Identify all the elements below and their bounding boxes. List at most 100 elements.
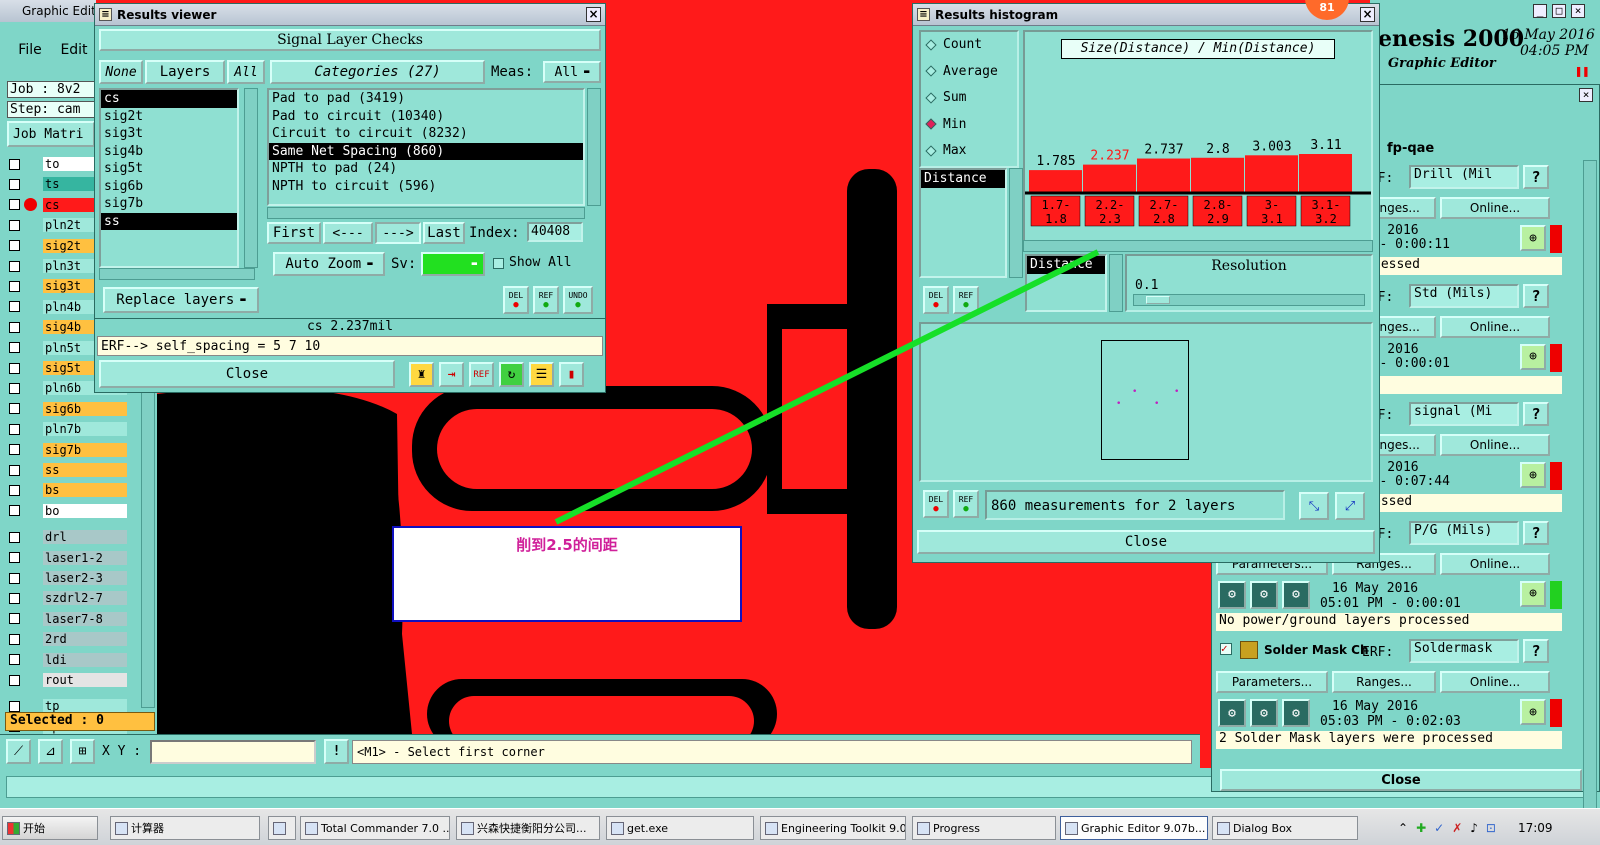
category-item[interactable]: NPTH to pad (24) — [269, 160, 583, 178]
erf-help-button[interactable]: ? — [1523, 639, 1549, 663]
resolution-field-list[interactable]: Distance — [1025, 254, 1107, 312]
layer-checkbox[interactable] — [9, 260, 20, 272]
online-button[interactable]: Online... — [1440, 197, 1550, 219]
zoom-result-icon[interactable]: ⊕ — [1520, 699, 1546, 725]
tray-sound-icon[interactable]: ♪ — [1470, 821, 1478, 835]
window-controls[interactable]: _ □ × — [1533, 4, 1599, 20]
category-item[interactable]: Pad to circuit (10340) — [269, 108, 583, 126]
layer-checkbox[interactable] — [9, 552, 20, 564]
run-icon[interactable]: ⚙ — [1218, 580, 1246, 609]
zoom-result-icon[interactable]: ⊕ — [1520, 343, 1546, 370]
layer-row[interactable]: szdrl2-7 — [9, 590, 127, 606]
run-all-icon[interactable]: ⚙ — [1250, 580, 1278, 609]
taskbar-item[interactable]: Engineering Toolkit 9.0... — [760, 816, 906, 840]
last-button[interactable]: Last — [423, 222, 465, 244]
category-item[interactable]: Same Net Spacing (860) — [269, 142, 583, 160]
job-matrix-button[interactable]: Job Matri — [7, 121, 95, 147]
layer-checkbox[interactable] — [9, 592, 20, 604]
zoom-result-icon[interactable]: ⊕ — [1520, 462, 1546, 488]
results-layer-hscroll[interactable] — [99, 268, 255, 280]
layer-checkbox[interactable] — [9, 444, 20, 456]
slider-thumb[interactable] — [1146, 296, 1170, 304]
layer-row[interactable]: pln7b — [9, 421, 127, 437]
index-input[interactable]: 40408 — [527, 222, 583, 242]
results-viewer-titlebar[interactable]: ≡ Results viewer × — [95, 4, 605, 26]
histogram-close-button[interactable]: Close — [917, 530, 1375, 554]
layer-checkbox[interactable] — [9, 505, 20, 517]
chart-hscroll[interactable] — [1023, 240, 1373, 252]
layer-checkbox[interactable] — [9, 280, 20, 292]
window-menu-icon[interactable]: ≡ — [99, 8, 112, 21]
layer-checkbox[interactable] — [9, 464, 20, 476]
erf-field[interactable]: Soldermask — [1409, 639, 1519, 663]
layer-row[interactable]: drl — [9, 529, 127, 545]
layer-checkbox[interactable] — [9, 219, 20, 231]
tray-cross-icon[interactable]: ✗ — [1452, 821, 1462, 835]
erf-help-button[interactable]: ? — [1523, 520, 1549, 545]
refresh-icon[interactable]: ↻ — [499, 362, 524, 387]
category-scrollbar[interactable] — [587, 88, 601, 206]
erf-field[interactable]: signal (Mi — [1409, 402, 1519, 426]
results-layer-item[interactable]: sig3t — [101, 125, 237, 143]
results-viewer-close-button[interactable]: Close — [99, 360, 395, 388]
aggregate-option-min[interactable]: Min — [925, 117, 966, 132]
online-button[interactable]: Online... — [1440, 434, 1550, 456]
online-button[interactable]: Online... — [1440, 315, 1550, 338]
layer-checkbox[interactable] — [9, 484, 20, 496]
qa-scrollbar[interactable] — [1583, 160, 1597, 845]
parameters-button[interactable]: Parameters... — [1216, 671, 1328, 693]
tray-network-icon[interactable]: ⊡ — [1486, 821, 1496, 835]
field-list-scrollbar[interactable] — [1009, 168, 1023, 278]
layer-row[interactable]: bs — [9, 482, 127, 498]
first-button[interactable]: First — [267, 222, 321, 244]
layer-checkbox[interactable] — [9, 158, 20, 170]
xy-input[interactable] — [150, 740, 316, 764]
ranges-button[interactable]: Ranges... — [1332, 671, 1436, 693]
erf-help-button[interactable]: ? — [1523, 283, 1549, 308]
report-icon[interactable]: ☰ — [529, 362, 554, 387]
histogram-bar[interactable] — [1191, 157, 1244, 192]
layer-checkbox[interactable] — [9, 362, 20, 374]
layer-checkbox[interactable] — [9, 301, 20, 313]
qa-close-x[interactable]: × — [1579, 88, 1593, 102]
layer-checkbox[interactable] — [9, 633, 20, 645]
taskbar-item[interactable]: Total Commander 7.0 ... — [300, 816, 450, 840]
resolution-list-scrollbar[interactable] — [1109, 254, 1123, 312]
taskbar-item[interactable]: Dialog Box — [1212, 816, 1358, 840]
results-layer-item[interactable]: sig7b — [101, 195, 237, 213]
layer-row[interactable]: 2rd — [9, 631, 127, 647]
layer-row[interactable]: laser7-8 — [9, 611, 127, 627]
tray-check-icon[interactable]: ✓ — [1434, 821, 1444, 835]
grid-icon[interactable]: ⊞ — [70, 739, 95, 764]
layer-row[interactable]: rout — [9, 672, 127, 688]
run-icon[interactable]: ⚙ — [1218, 699, 1246, 727]
layer-checkbox[interactable] — [9, 674, 20, 686]
aggregate-option-max[interactable]: Max — [925, 143, 966, 158]
histogram-bar[interactable] — [1029, 170, 1082, 192]
layer-row[interactable]: sig6b — [9, 401, 127, 417]
results-layer-item[interactable]: sig6b — [101, 178, 237, 196]
category-hscroll[interactable] — [267, 207, 585, 219]
zoom-fit-icon[interactable]: ⤡ — [1299, 492, 1329, 520]
erf-help-button[interactable]: ? — [1523, 402, 1549, 426]
hierarchy-icon[interactable]: ♜ — [409, 362, 434, 387]
start-button[interactable]: 开始 — [2, 816, 98, 840]
layer-checkbox[interactable] — [9, 240, 20, 252]
erf-field[interactable]: Drill (Mil — [1409, 165, 1519, 189]
ref-button[interactable]: REF ● — [533, 286, 559, 314]
zoom-result-icon[interactable]: ⊕ — [1520, 225, 1546, 251]
layer-checkbox[interactable] — [9, 423, 20, 435]
resolution-slider[interactable] — [1133, 294, 1365, 306]
layer-checkbox[interactable] — [9, 321, 20, 333]
layer-checkbox[interactable] — [9, 654, 20, 666]
no-ref-icon[interactable]: REF — [469, 362, 494, 387]
category-item[interactable]: NPTH to circuit (596) — [269, 178, 583, 196]
layer-checkbox[interactable] — [9, 531, 20, 543]
preview-del-button[interactable]: DEL ● — [923, 490, 949, 518]
histogram-bar[interactable] — [1083, 164, 1136, 192]
results-layer-item[interactable]: sig4b — [101, 143, 237, 161]
online-button[interactable]: Online... — [1440, 552, 1550, 575]
layer-row[interactable]: laser2-3 — [9, 570, 127, 586]
distance-list-item[interactable]: Distance — [921, 170, 1005, 188]
results-layer-scrollbar[interactable] — [244, 88, 258, 268]
